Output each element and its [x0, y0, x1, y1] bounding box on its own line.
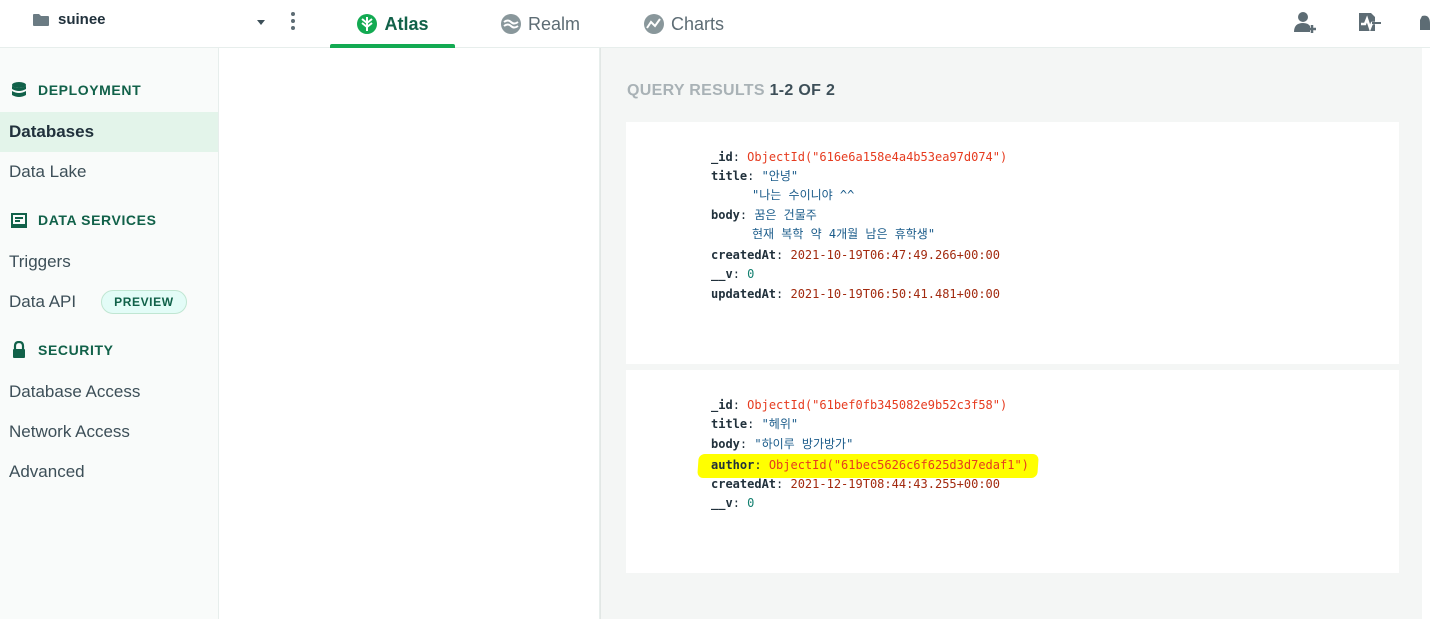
field-key: updatedAt [711, 287, 777, 301]
activity-feed-icon[interactable] [1356, 10, 1382, 39]
field-value: 2021-12-19T08:44:43.255+00:00 [790, 477, 1000, 491]
field-key: _id [711, 150, 733, 164]
field-v: __v: 0 [711, 496, 755, 510]
sidebar-item-label: Network Access [9, 422, 130, 441]
data-services-icon [10, 211, 28, 229]
body-line-1: "나는 수이니야 ^^ [752, 188, 855, 202]
field-updated-at: updatedAt: 2021-10-19T06:50:41.481+00:00 [711, 287, 1000, 301]
field-value: 2021-10-19T06:50:41.481+00:00 [790, 287, 1000, 301]
field-key: author [711, 458, 755, 472]
sidebar-item-data-lake[interactable]: Data Lake [0, 152, 218, 192]
field-key: __v [711, 496, 733, 510]
query-results-panel: QUERY RESULTS 1-2 OF 2 _id: ObjectId("61… [600, 48, 1430, 619]
project-selector[interactable]: suinee [32, 11, 106, 28]
section-security: SECURITY [10, 340, 114, 359]
field-key: createdAt [711, 248, 777, 262]
field-v: __v: 0 [711, 267, 755, 281]
field-key: __v [711, 267, 733, 281]
field-id: _id: ObjectId("61bef0fb345082e9b52c3f58"… [711, 398, 1008, 412]
atlas-leaf-icon [356, 13, 378, 35]
database-stack-icon [10, 81, 28, 99]
field-author: author: ObjectId("61bec5626c6f625d3d7eda… [711, 458, 1029, 472]
field-value: ObjectId("616e6a158e4a4b53ea97d074") [747, 150, 1008, 164]
right-edge-strip [1422, 48, 1430, 619]
folder-icon [32, 13, 50, 27]
field-created-at: createdAt: 2021-12-19T08:44:43.255+00:00 [711, 477, 1000, 491]
field-value: 꿈은 건물주 [754, 208, 817, 222]
field-id: _id: ObjectId("616e6a158e4a4b53ea97d074"… [711, 150, 1008, 164]
realm-icon [500, 13, 522, 35]
sidebar-item-label: Databases [9, 122, 95, 141]
top-navigation-bar: suinee Atlas Realm Charts [0, 0, 1430, 48]
field-value: 0 [747, 496, 755, 510]
field-value: "헤위" [761, 417, 799, 431]
sidebar-item-label: Database Access [9, 382, 141, 401]
field-value: "하이루 방가방가" [754, 437, 854, 451]
results-count: 1-2 OF 2 [769, 82, 836, 99]
section-data-services: DATA SERVICES [10, 211, 157, 229]
field-title: title: "헤위" [711, 417, 799, 431]
sidebar-item-network-access[interactable]: Network Access [0, 412, 218, 452]
tab-charts[interactable]: Charts [643, 0, 724, 48]
sidebar-item-triggers[interactable]: Triggers [0, 242, 218, 282]
tab-atlas-label: Atlas [384, 13, 429, 34]
tab-charts-label: Charts [671, 13, 725, 34]
sidebar-item-data-api[interactable]: Data API PREVIEW [0, 282, 218, 322]
results-header-prefix: QUERY RESULTS [627, 82, 765, 99]
field-key: title [711, 417, 748, 431]
section-title: DATA SERVICES [38, 212, 157, 228]
field-value: 2021-10-19T06:47:49.266+00:00 [790, 248, 1000, 262]
section-title: SECURITY [38, 342, 114, 358]
field-title: title: "안녕" [711, 169, 799, 183]
lock-icon [10, 340, 28, 359]
notification-bell-icon[interactable] [1420, 10, 1430, 39]
sidebar-item-databases[interactable]: Databases [0, 112, 218, 152]
body-line-3: 현재 복학 약 4개월 남은 휴학생" [752, 227, 936, 241]
project-name: suinee [58, 11, 106, 28]
field-key: body [711, 208, 740, 222]
field-value: ObjectId("61bec5626c6f625d3d7edaf1") [768, 458, 1029, 472]
sidebar-item-label: Triggers [9, 252, 71, 271]
field-body: body: "하이루 방가방가" [711, 437, 854, 451]
chevron-down-icon[interactable] [254, 15, 268, 29]
field-value: 0 [747, 267, 755, 281]
document-card[interactable]: _id: ObjectId("61bef0fb345082e9b52c3f58"… [626, 370, 1399, 573]
document-card[interactable]: _id: ObjectId("616e6a158e4a4b53ea97d074"… [626, 122, 1399, 364]
field-key: body [711, 437, 740, 451]
collections-panel [219, 48, 600, 619]
charts-icon [643, 13, 665, 35]
field-created-at: createdAt: 2021-10-19T06:47:49.266+00:00 [711, 248, 1000, 262]
field-value: "안녕" [761, 169, 799, 183]
sidebar-item-database-access[interactable]: Database Access [0, 372, 218, 412]
more-options-icon[interactable] [288, 10, 298, 32]
section-title: DEPLOYMENT [38, 82, 142, 98]
sidebar-item-label: Data Lake [9, 162, 87, 181]
sidebar: DEPLOYMENT Databases Data Lake DATA SERV… [0, 48, 219, 619]
field-key: _id [711, 398, 733, 412]
invite-user-icon[interactable] [1293, 10, 1317, 39]
results-header: QUERY RESULTS 1-2 OF 2 [627, 82, 835, 100]
section-deployment: DEPLOYMENT [10, 81, 141, 99]
field-key: title [711, 169, 748, 183]
field-body: body: 꿈은 건물주 [711, 208, 817, 222]
sidebar-item-advanced[interactable]: Advanced [0, 452, 218, 492]
sidebar-item-label: Data API [9, 292, 77, 311]
sidebar-item-label: Advanced [9, 462, 85, 481]
tab-realm[interactable]: Realm [500, 0, 580, 48]
field-key: createdAt [711, 477, 777, 491]
tab-atlas[interactable]: Atlas [330, 0, 455, 48]
preview-badge: PREVIEW [101, 290, 187, 314]
tab-realm-label: Realm [528, 13, 581, 34]
field-value: ObjectId("61bef0fb345082e9b52c3f58") [747, 398, 1008, 412]
